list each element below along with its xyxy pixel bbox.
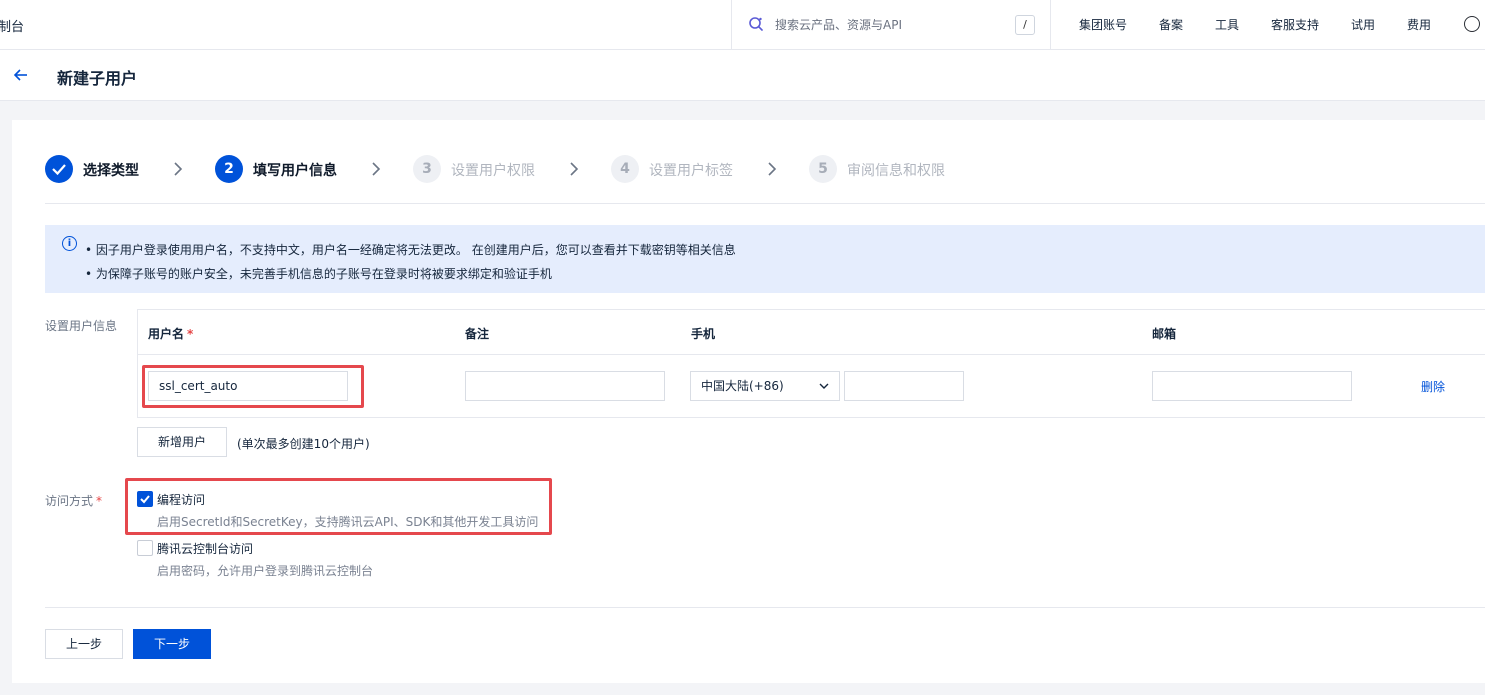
add-user-hint: (单次最多创建10个用户) bbox=[237, 437, 370, 451]
step-number: 4 bbox=[611, 155, 639, 183]
step-label: 选择类型 bbox=[83, 163, 139, 179]
notice-line: • 为保障子账号的账户安全，未完善手机信息的子账号在登录时将被要求绑定和验证手机 bbox=[85, 267, 552, 281]
phone-input[interactable] bbox=[844, 371, 964, 401]
nav-support[interactable]: 客服支持 bbox=[1271, 16, 1319, 33]
column-header-email: 邮箱 bbox=[1152, 327, 1177, 341]
delete-user-link[interactable]: 删除 bbox=[1421, 378, 1445, 395]
divider bbox=[45, 607, 1485, 608]
page-header: 新建子用户 bbox=[0, 50, 1485, 101]
step-number: 3 bbox=[413, 155, 441, 183]
search-shortcut-key: / bbox=[1015, 15, 1035, 35]
step-label: 审阅信息和权限 bbox=[847, 163, 945, 179]
console-access-title[interactable]: 腾讯云控制台访问 bbox=[157, 540, 253, 557]
column-header-phone: 手机 bbox=[691, 327, 716, 341]
check-icon bbox=[140, 495, 150, 504]
phone-region-value: 中国大陆(+86) bbox=[701, 379, 784, 393]
check-icon bbox=[45, 155, 73, 183]
access-method-label: 访问方式 * bbox=[45, 494, 103, 508]
chevron-right-icon bbox=[768, 162, 777, 176]
nav-tools[interactable]: 工具 bbox=[1215, 16, 1239, 33]
notice-line: • 因子用户登录使用用户名，不支持中文，用户名一经确定将无法更改。 在创建用户后… bbox=[85, 243, 736, 257]
search-icon bbox=[749, 17, 763, 31]
add-user-button[interactable]: 新增用户 bbox=[137, 427, 227, 457]
next-step-button[interactable]: 下一步 bbox=[133, 629, 211, 659]
chevron-down-icon bbox=[819, 383, 829, 389]
email-input[interactable] bbox=[1152, 371, 1352, 401]
divider bbox=[138, 354, 1485, 355]
column-header-username: 用户名 * bbox=[148, 327, 194, 341]
chevron-right-icon bbox=[174, 162, 183, 176]
step-label: 设置用户权限 bbox=[451, 163, 535, 179]
divider bbox=[45, 203, 1485, 204]
nav-billing[interactable]: 费用 bbox=[1407, 16, 1431, 33]
programmatic-access-checkbox[interactable] bbox=[137, 491, 153, 507]
global-search[interactable]: / bbox=[731, 0, 1051, 49]
search-input[interactable] bbox=[775, 15, 995, 35]
required-mark: * bbox=[96, 494, 103, 508]
step-number: 5 bbox=[809, 155, 837, 183]
chevron-right-icon bbox=[372, 162, 381, 176]
chevron-right-icon bbox=[570, 162, 579, 176]
programmatic-access-desc: 启用SecretId和SecretKey，支持腾讯云API、SDK和其他开发工具… bbox=[157, 515, 539, 529]
page-title: 新建子用户 bbox=[57, 69, 138, 88]
info-notice: i • 因子用户登录使用用户名，不支持中文，用户名一经确定将无法更改。 在创建用… bbox=[45, 225, 1485, 293]
step-label: 设置用户标签 bbox=[649, 163, 733, 179]
step-number: 2 bbox=[215, 155, 243, 183]
nav-filing[interactable]: 备案 bbox=[1159, 16, 1183, 33]
required-mark: * bbox=[187, 327, 194, 341]
console-title[interactable]: 制台 bbox=[0, 16, 24, 35]
nav-group-account[interactable]: 集团账号 bbox=[1079, 16, 1127, 33]
console-access-desc: 启用密码，允许用户登录到腾讯云控制台 bbox=[157, 564, 374, 578]
step-label: 填写用户信息 bbox=[253, 163, 337, 179]
info-icon: i bbox=[62, 236, 77, 251]
back-arrow-icon[interactable] bbox=[12, 66, 30, 84]
phone-region-select[interactable]: 中国大陆(+86) bbox=[690, 371, 840, 401]
top-bar: 制台 / 集团账号 备案 工具 客服支持 试用 费用 bbox=[0, 0, 1485, 50]
note-input[interactable] bbox=[465, 371, 665, 401]
programmatic-access-title[interactable]: 编程访问 bbox=[157, 491, 205, 508]
nav-trial[interactable]: 试用 bbox=[1351, 16, 1375, 33]
user-table: 用户名* 备注 手机 邮箱 中国大陆(+86) 删除 bbox=[137, 309, 1485, 418]
username-input[interactable] bbox=[148, 371, 348, 401]
link-icon[interactable] bbox=[1464, 16, 1480, 32]
user-info-label: 设置用户信息 bbox=[45, 319, 118, 333]
console-access-checkbox[interactable] bbox=[137, 540, 153, 556]
prev-step-button[interactable]: 上一步 bbox=[45, 629, 123, 659]
column-header-note: 备注 bbox=[465, 327, 490, 341]
